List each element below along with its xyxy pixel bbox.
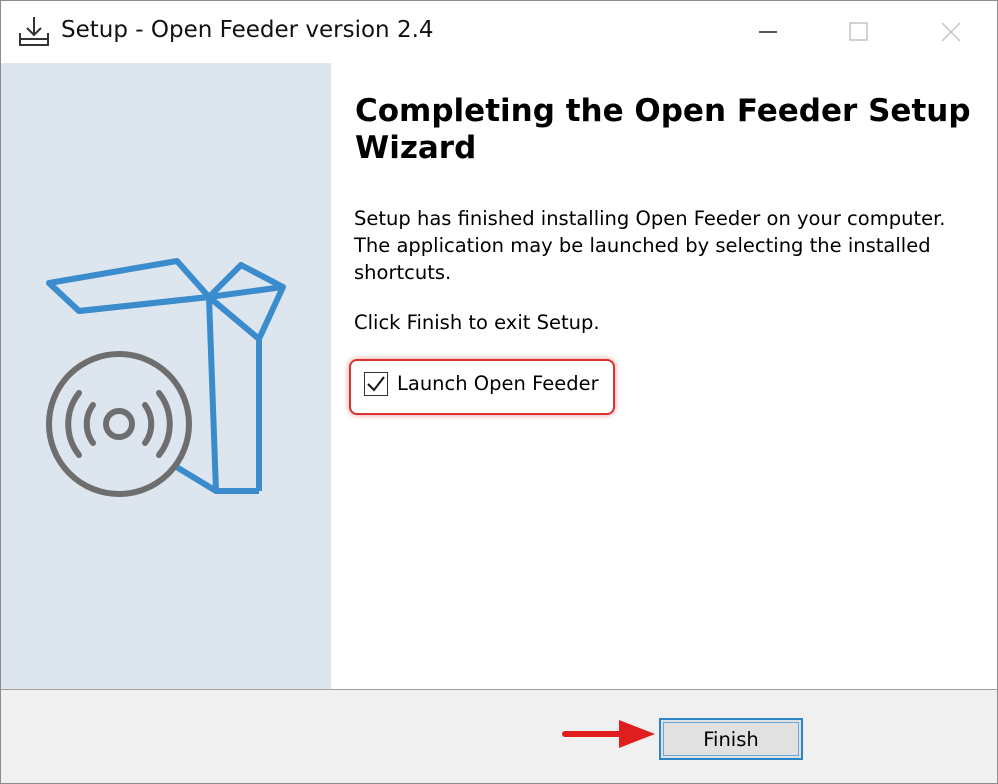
- completion-description: Setup has finished installing Open Feede…: [354, 207, 946, 284]
- download-tray-icon: [19, 17, 49, 46]
- maximize-icon: [849, 22, 868, 41]
- launch-open-feeder-label[interactable]: Launch Open Feeder: [397, 372, 599, 395]
- close-button[interactable]: [929, 11, 973, 53]
- setup-window: Setup - Open Feeder version 2.4 Completi…: [0, 0, 998, 784]
- wizard-content: Completing the Open Feeder Setup Wizard …: [331, 63, 997, 689]
- title-bar[interactable]: Setup - Open Feeder version 2.4: [1, 1, 997, 63]
- wizard-sidebar: [1, 63, 331, 689]
- software-box-with-disc-icon: [46, 258, 286, 497]
- minimize-icon: [759, 31, 777, 33]
- wizard-footer: Finish: [1, 690, 997, 783]
- finish-button[interactable]: Finish: [659, 718, 803, 760]
- minimize-button[interactable]: [746, 11, 790, 53]
- launch-open-feeder-checkbox[interactable]: [364, 372, 388, 396]
- red-arrow-icon: [562, 720, 655, 748]
- checkmark-icon: [367, 376, 385, 392]
- page-title: Completing the Open Feeder Setup Wizard: [355, 93, 971, 166]
- launch-option-highlight: Launch Open Feeder: [349, 359, 615, 415]
- maximize-button[interactable]: [836, 11, 880, 53]
- window-title: Setup - Open Feeder version 2.4: [61, 17, 434, 43]
- close-icon: [941, 22, 961, 42]
- exit-instruction: Click Finish to exit Setup.: [354, 311, 600, 334]
